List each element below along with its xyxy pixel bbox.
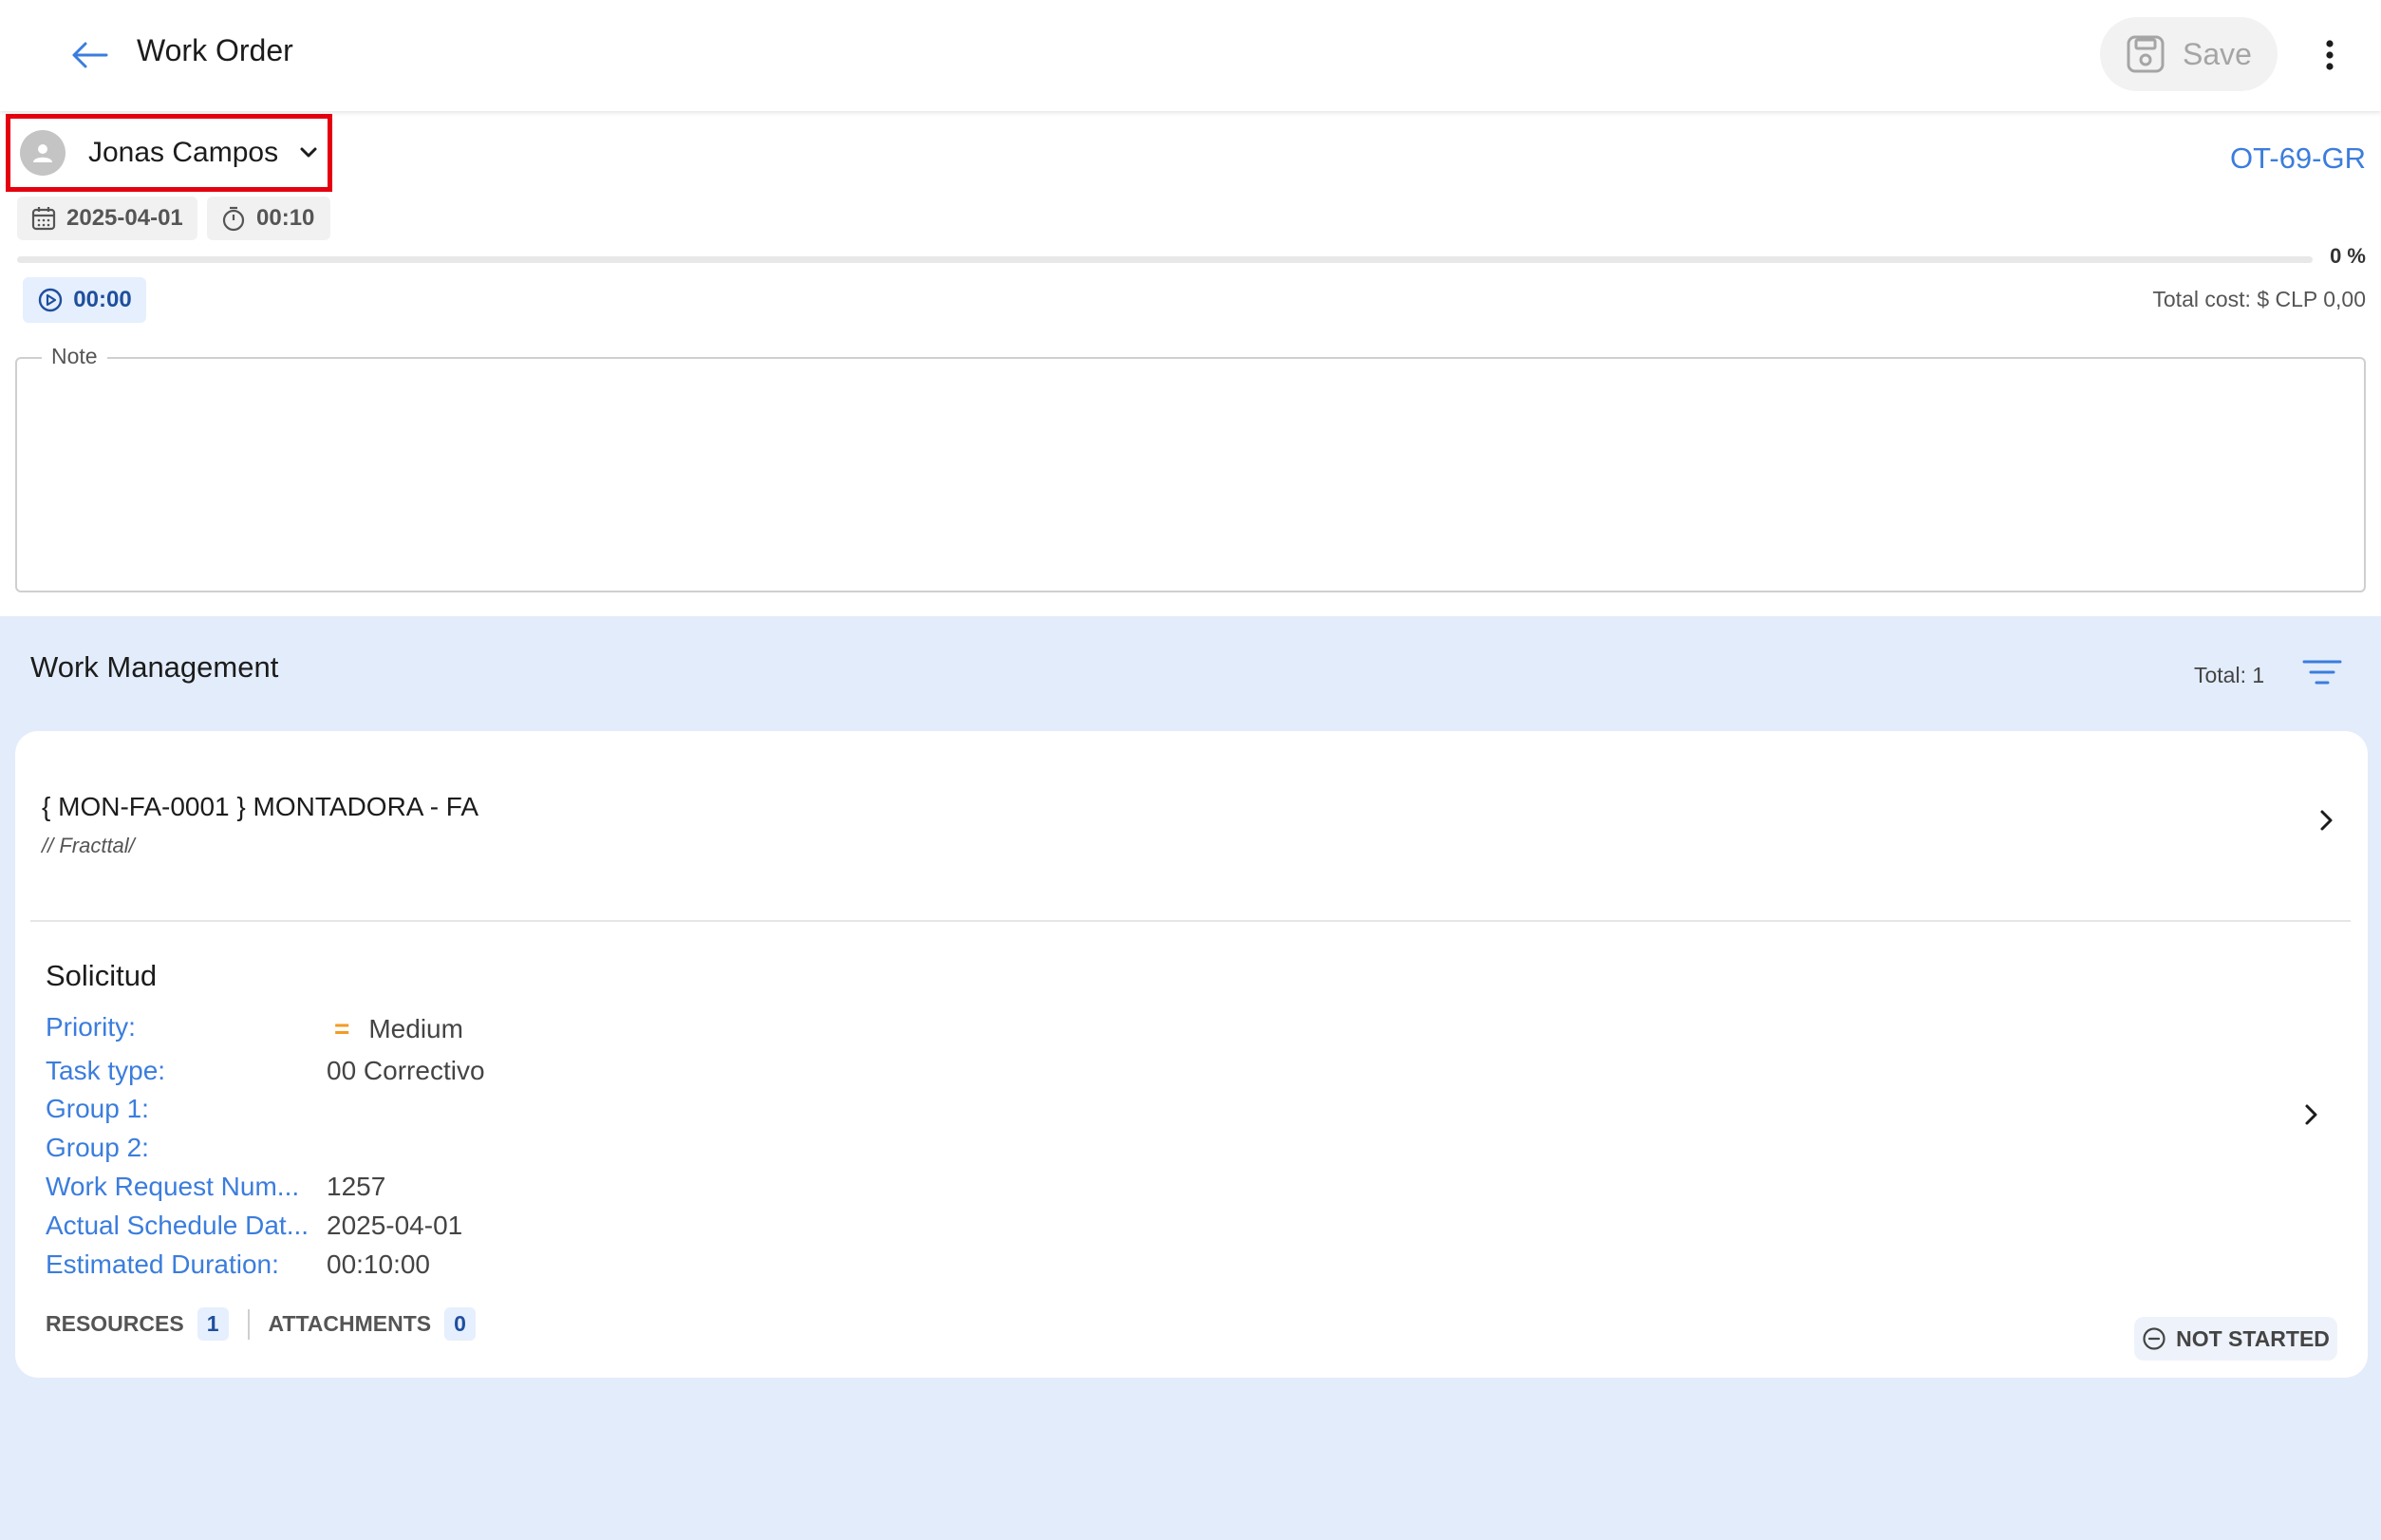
play-circle-icon — [39, 288, 63, 312]
attachments-label: ATTACHMENTS — [268, 1311, 432, 1336]
task-section-title: Solicitud — [46, 959, 158, 992]
task-card: { MON-FA-0001 } MONTADORA - FA // Fractt… — [15, 731, 2368, 1378]
asset-path: // Fracttal/ — [42, 834, 135, 857]
filter-button[interactable] — [2296, 648, 2349, 697]
chevron-down-icon — [299, 146, 318, 160]
resources-count: 1 — [197, 1307, 229, 1341]
task-type-value: 00 Correctivo — [327, 1056, 485, 1085]
assignee-selector[interactable]: Jonas Campos — [6, 114, 332, 192]
more-vert-icon — [2326, 40, 2334, 70]
date-value: 2025-04-01 — [66, 205, 183, 231]
stopwatch-icon — [222, 206, 245, 232]
card-footer: RESOURCES 1 ATTACHMENTS 0 — [46, 1307, 476, 1341]
duration-chip: 00:10 — [207, 197, 330, 240]
estimated-duration-label: Estimated Duration: — [46, 1249, 279, 1279]
filter-list-icon — [2302, 660, 2342, 685]
timer-value: 00:00 — [73, 287, 132, 312]
assignee-name: Jonas Campos — [88, 137, 279, 168]
status-badge: NOT STARTED — [2134, 1317, 2337, 1361]
attachments-count: 0 — [444, 1307, 476, 1341]
date-chip: 2025-04-01 — [17, 197, 197, 240]
actual-schedule-date-label: Actual Schedule Dat... — [46, 1211, 309, 1240]
status-text: NOT STARTED — [2176, 1325, 2330, 1351]
estimated-duration-value: 00:10:00 — [327, 1249, 430, 1279]
timer-button[interactable]: 00:00 — [23, 277, 146, 323]
note-label: Note — [42, 344, 107, 369]
work-order-code[interactable]: OT-69-GR — [2230, 141, 2366, 176]
note-field[interactable]: Note — [15, 344, 2366, 592]
minus-circle-icon — [2143, 1327, 2165, 1350]
asset-title[interactable]: { MON-FA-0001 } MONTADORA - FA — [42, 792, 478, 822]
group2-label: Group 2: — [46, 1133, 149, 1162]
resources-label: RESOURCES — [46, 1311, 184, 1336]
priority-medium-icon: = — [334, 1014, 350, 1043]
actual-schedule-date-value: 2025-04-01 — [327, 1211, 463, 1240]
floppy-disk-icon — [2127, 35, 2165, 73]
total-cost: Total cost: $ CLP 0,00 — [2152, 287, 2366, 311]
arrow-left-icon — [72, 42, 108, 68]
work-request-number-label: Work Request Num... — [46, 1172, 300, 1201]
back-button[interactable] — [63, 28, 116, 82]
progress-bar — [17, 256, 2313, 263]
group1-label: Group 1: — [46, 1094, 149, 1123]
save-button[interactable]: Save — [2100, 17, 2278, 91]
task-type-label: Task type: — [46, 1056, 166, 1085]
app-bar: Work Order Save — [0, 0, 2381, 111]
task-chevron-right-icon[interactable] — [2303, 1103, 2318, 1131]
priority-label: Priority: — [46, 1012, 136, 1042]
work-management-total: Total: 1 — [2194, 663, 2265, 687]
more-options-button[interactable] — [2303, 28, 2356, 82]
resources-tab[interactable]: RESOURCES 1 — [46, 1307, 229, 1341]
duration-value: 00:10 — [256, 205, 315, 231]
priority-value: = Medium — [327, 1014, 463, 1044]
person-avatar-icon — [20, 130, 66, 176]
asset-chevron-right-icon[interactable] — [2318, 809, 2334, 836]
progress-percent: 0 % — [2330, 244, 2366, 268]
priority-text: Medium — [368, 1014, 463, 1043]
work-request-number-value: 1257 — [327, 1172, 386, 1201]
footer-separator — [247, 1308, 250, 1340]
save-label: Save — [2183, 36, 2252, 71]
work-order-header: Jonas Campos OT-69-GR 2025-04-01 00:10 0… — [0, 111, 2381, 616]
attachments-tab[interactable]: ATTACHMENTS 0 — [269, 1307, 476, 1341]
work-management-title: Work Management — [30, 650, 279, 684]
page-title: Work Order — [137, 33, 293, 67]
calendar-icon — [31, 207, 56, 231]
divider — [30, 920, 2351, 922]
